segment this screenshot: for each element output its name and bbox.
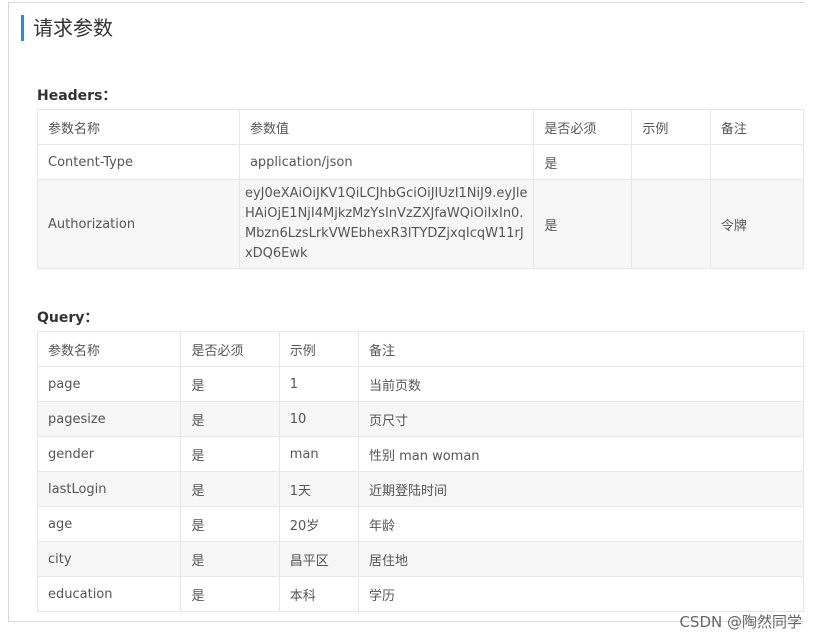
cell: 是: [180, 471, 280, 507]
table-header-row: 参数名称 是否必须 示例 备注: [36, 331, 804, 367]
cell: 是: [533, 179, 633, 269]
cell: 是: [180, 576, 280, 612]
cell: 性别 man woman: [357, 436, 804, 472]
table-row: lastLogin 是 1天 近期登陆时间: [36, 471, 804, 507]
cell: Content-Type: [37, 144, 240, 180]
header-cell: 示例: [278, 331, 359, 367]
cell: 页尺寸: [357, 401, 804, 437]
table-row: Content-Type application/json 是: [37, 144, 804, 180]
cell: education: [36, 576, 182, 612]
cell: 年龄: [357, 506, 804, 542]
cell: 是: [180, 541, 280, 577]
cell: 学历: [357, 576, 804, 612]
cell: 令牌: [709, 179, 804, 269]
table-row: pagesize 是 10 页尺寸: [36, 401, 804, 437]
api-doc-panel: 请求参数 Headers： 参数名称 参数值 是否必须 示例 备注 Conten…: [8, 2, 804, 622]
cell: gender: [36, 436, 182, 472]
cell: application/json: [238, 144, 535, 180]
cell: 近期登陆时间: [357, 471, 804, 507]
cell: 是: [180, 366, 280, 402]
table-row: education 是 本科 学历: [36, 576, 804, 612]
cell: 居住地: [357, 541, 804, 577]
headers-label: Headers：: [37, 88, 117, 104]
cell: pagesize: [36, 401, 182, 437]
table-row: city 是 昌平区 居住地: [36, 541, 804, 577]
query-table: 参数名称 是否必须 示例 备注 page 是 1 当前页数 pagesize 是…: [36, 331, 804, 612]
query-label: Query：: [37, 310, 99, 326]
header-cell: 备注: [709, 109, 804, 145]
table-row: Authorization eyJ0eXAiOiJKV1QiLCJhbGciOi…: [37, 179, 804, 269]
table-header-row: 参数名称 参数值 是否必须 示例 备注: [37, 109, 804, 145]
header-cell: 参数名称: [36, 331, 182, 367]
header-cell: 参数值: [238, 109, 535, 145]
cell: Authorization: [37, 179, 240, 269]
cell: 是: [180, 401, 280, 437]
cell: age: [36, 506, 182, 542]
cell: 1: [278, 366, 359, 402]
cell: 是: [180, 506, 280, 542]
cell: 是: [180, 436, 280, 472]
watermark: CSDN @陶然同学: [679, 613, 802, 631]
cell: man: [278, 436, 359, 472]
header-cell: 示例: [631, 109, 711, 145]
section-title: 请求参数: [21, 15, 113, 41]
cell: [631, 179, 711, 269]
cell: 20岁: [278, 506, 359, 542]
cell: [631, 144, 711, 180]
table-row: gender 是 man 性别 man woman: [36, 436, 804, 472]
headers-table: 参数名称 参数值 是否必须 示例 备注 Content-Type applica…: [37, 109, 804, 269]
header-cell: 备注: [357, 331, 804, 367]
table-row: age 是 20岁 年龄: [36, 506, 804, 542]
cell: 是: [533, 144, 633, 180]
cell: 1天: [278, 471, 359, 507]
table-row: page 是 1 当前页数: [36, 366, 804, 402]
cell: 昌平区: [278, 541, 359, 577]
cell: 本科: [278, 576, 359, 612]
cell: eyJ0eXAiOiJKV1QiLCJhbGciOiJIUzI1NiJ9.eyJ…: [238, 179, 535, 269]
cell: city: [36, 541, 182, 577]
cell: [709, 144, 804, 180]
cell: 当前页数: [357, 366, 804, 402]
cell: 10: [278, 401, 359, 437]
header-cell: 是否必须: [180, 331, 280, 367]
cell: page: [36, 366, 182, 402]
header-cell: 参数名称: [37, 109, 240, 145]
header-cell: 是否必须: [533, 109, 633, 145]
cell: lastLogin: [36, 471, 182, 507]
